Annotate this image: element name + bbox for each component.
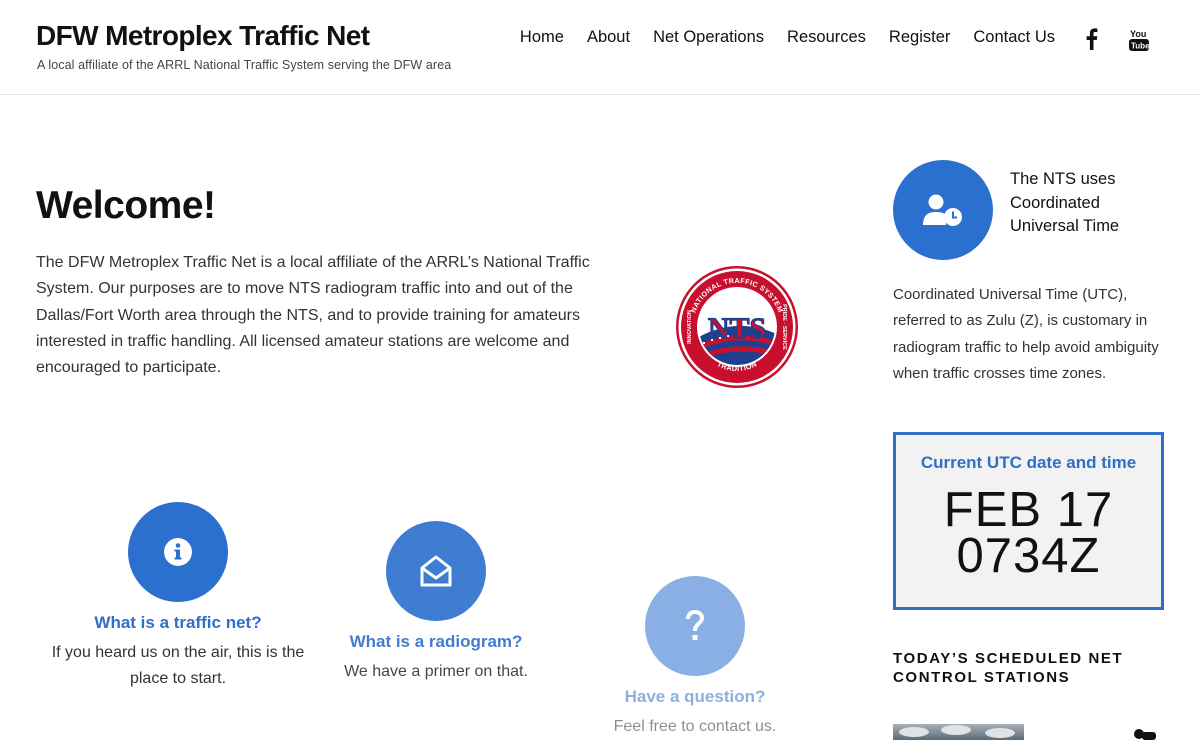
feature-icon-circle[interactable] [128, 502, 228, 602]
nav-register[interactable]: Register [889, 28, 950, 47]
user-clock-icon [923, 194, 962, 226]
main-nav: Home About Net Operations Resources Regi… [497, 28, 1055, 47]
svg-text:Tube: Tube [1131, 42, 1150, 51]
clock-time: 0734Z [956, 529, 1101, 583]
envelope-open-icon [420, 555, 452, 587]
feature-title[interactable]: Have a question? [565, 687, 825, 707]
feature-text: We have a primer on that. [344, 663, 528, 680]
facebook-icon[interactable] [1083, 28, 1099, 55]
nav-resources[interactable]: Resources [787, 28, 866, 47]
feature-question[interactable]: Have a question? Feel free to contact us… [565, 576, 825, 740]
feature-traffic-net[interactable]: What is a traffic net? If you heard us o… [48, 502, 308, 692]
logo-ring-left: INNOVATION [687, 310, 693, 344]
nav-net-operations[interactable]: Net Operations [653, 28, 764, 47]
feature-icon-circle[interactable] [645, 576, 745, 676]
logo-center-text: NTS [708, 312, 766, 345]
svg-text:You: You [1130, 29, 1146, 39]
feature-text: If you heard us on the air, this is the … [51, 644, 305, 687]
operator-avatar-icon [1134, 729, 1156, 740]
utc-clock-widget: Current UTC date and time FEB 17 0734Z [893, 432, 1164, 610]
feature-title[interactable]: What is a traffic net? [48, 613, 308, 633]
utc-heading: The NTS uses Coordinated Universal Time [1010, 170, 1120, 235]
site-tagline: A local affiliate of the ARRL National T… [37, 58, 452, 72]
nav-about[interactable]: About [587, 28, 630, 47]
nts-logo: NTS NATIONAL TRAFFIC SYSTEM TRADITION PR… [676, 266, 798, 388]
feature-title[interactable]: What is a radiogram? [306, 632, 566, 652]
net-control-photo [893, 724, 1024, 740]
welcome-title: Welcome! [36, 184, 216, 227]
utc-description: Coordinated Universal Time (UTC), referr… [893, 286, 1159, 382]
clock-date: FEB 17 [943, 483, 1114, 537]
question-icon [686, 610, 704, 640]
clock-label: Current UTC date and time [920, 453, 1137, 472]
nav-contact-us[interactable]: Contact Us [973, 28, 1055, 47]
schedule-heading: TODAY’S SCHEDULED NET CONTROL STATIONS [893, 650, 1124, 686]
site-header: DFW Metroplex Traffic Net A local affili… [0, 0, 1200, 95]
feature-radiogram[interactable]: What is a radiogram? We have a primer on… [306, 521, 566, 685]
logo-ring-right: PRIDE · SERVICE [781, 304, 787, 350]
youtube-icon[interactable]: You Tube [1128, 28, 1150, 57]
info-icon [164, 538, 192, 566]
welcome-text: The DFW Metroplex Traffic Net is a local… [36, 254, 590, 377]
feature-text: Feel free to contact us. [613, 718, 777, 735]
user-clock-circle [893, 160, 993, 260]
feature-icon-circle[interactable] [386, 521, 486, 621]
site-title[interactable]: DFW Metroplex Traffic Net [36, 20, 370, 52]
nav-home[interactable]: Home [520, 28, 564, 47]
